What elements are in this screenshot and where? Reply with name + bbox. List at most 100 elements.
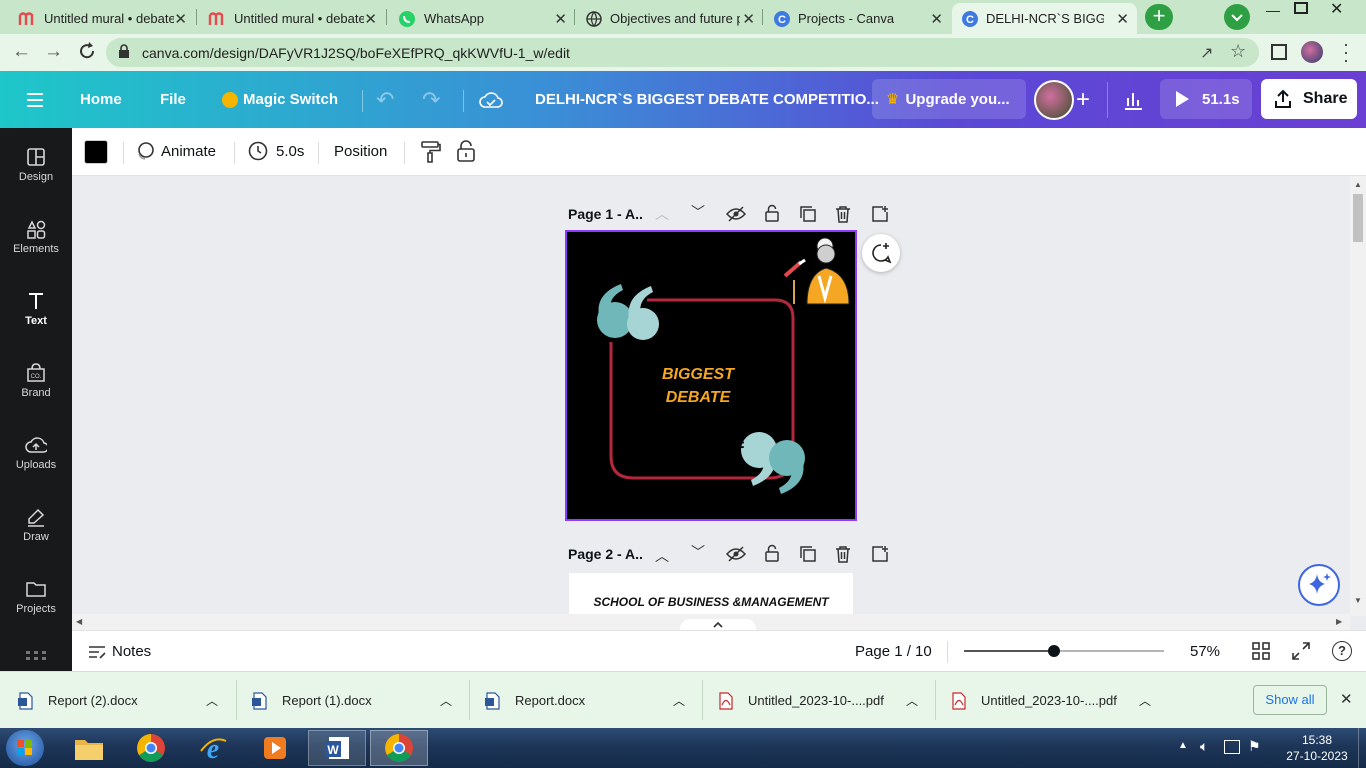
vertical-scrollbar[interactable]: ▲ ▼ — [1350, 176, 1366, 616]
url-field[interactable]: canva.com/design/DAFyVR1J2SQ/boFeXEfPRQ_… — [106, 38, 1259, 67]
share-page-icon[interactable]: ↗ — [1200, 43, 1213, 63]
lock-page-icon[interactable] — [764, 204, 780, 222]
add-comment-button[interactable] — [862, 234, 900, 272]
chevron-up-icon[interactable]: ︿ — [1139, 692, 1151, 709]
sidebar-item-design[interactable]: Design — [0, 128, 72, 200]
chevron-down-icon[interactable]: ﹀ — [691, 202, 705, 222]
hide-page-icon[interactable] — [726, 546, 746, 562]
minimize-window-button[interactable]: — — [1266, 2, 1280, 18]
redo-icon[interactable]: ↷ — [422, 71, 440, 128]
close-window-button[interactable]: ✕ — [1330, 0, 1343, 19]
download-item-3[interactable]: Report.docx ︿ — [485, 672, 701, 729]
profile-avatar[interactable] — [1301, 41, 1323, 63]
duplicate-page-icon[interactable] — [799, 545, 817, 563]
duration-button[interactable]: 5.0s — [248, 141, 304, 161]
editor-canvas[interactable]: Page 1 - A.. ︿ ﹀ DELHI-NCR`S BIGGEST DEB… — [72, 176, 1366, 630]
help-icon[interactable]: ? — [1332, 641, 1352, 661]
hamburger-menu-icon[interactable] — [24, 71, 46, 128]
reload-icon[interactable] — [76, 40, 98, 62]
expand-pages-button[interactable] — [680, 619, 756, 630]
sidebar-item-elements[interactable]: Elements — [0, 200, 72, 272]
sidebar-item-projects[interactable]: Projects — [0, 560, 72, 632]
sidebar-item-brand[interactable]: CO. Brand — [0, 344, 72, 416]
hide-page-icon[interactable] — [726, 206, 746, 222]
paint-roller-icon[interactable] — [420, 140, 442, 164]
home-button[interactable]: Home — [80, 71, 122, 128]
show-desktop-button[interactable] — [1358, 728, 1366, 768]
restore-window-button[interactable] — [1294, 2, 1308, 14]
show-all-downloads-button[interactable]: Show all — [1253, 685, 1327, 715]
magic-assistant-button[interactable] — [1298, 564, 1340, 606]
browser-tab-3[interactable]: WhatsApp ✕ — [388, 3, 575, 34]
close-downloads-icon[interactable]: ✕ — [1340, 690, 1353, 708]
taskbar-chrome[interactable] — [122, 730, 180, 766]
page-1-label[interactable]: Page 1 - A.. — [568, 206, 643, 222]
taskbar-internet-explorer[interactable]: e — [184, 730, 242, 766]
lock-icon[interactable] — [456, 139, 476, 163]
chevron-up-icon[interactable]: ︿ — [206, 692, 218, 709]
zoom-slider[interactable] — [964, 645, 1164, 657]
close-tab-icon[interactable]: ✕ — [1116, 10, 1129, 28]
apps-grid-icon[interactable] — [25, 650, 47, 660]
taskbar-explorer[interactable] — [60, 730, 118, 766]
fullscreen-icon[interactable] — [1292, 642, 1310, 660]
delete-page-icon[interactable] — [835, 545, 851, 563]
forward-arrow-icon[interactable]: → — [44, 41, 63, 63]
sidebar-item-draw[interactable]: Draw — [0, 488, 72, 560]
page-1-design[interactable]: DELHI-NCR`S BIGGEST DEBATE COMPETITION I… — [565, 230, 857, 521]
sidebar-item-uploads[interactable]: Uploads — [0, 416, 72, 488]
scrollbar-thumb[interactable] — [1353, 194, 1363, 242]
color-swatch[interactable] — [84, 140, 108, 164]
browser-menu-icon[interactable]: · · · — [1343, 35, 1349, 69]
add-page-icon[interactable] — [871, 205, 889, 223]
chevron-down-icon[interactable]: ﹀ — [691, 542, 705, 562]
browser-tab-1[interactable]: Untitled mural • debate ✕ — [8, 3, 195, 34]
add-collaborator-icon[interactable]: + — [1076, 71, 1090, 128]
present-button[interactable]: 51.1s — [1160, 79, 1252, 119]
user-avatar[interactable] — [1034, 80, 1074, 120]
taskbar-chrome-active[interactable] — [370, 730, 428, 766]
undo-icon[interactable]: ↶ — [376, 71, 394, 128]
chevron-up-icon[interactable]: ︿ — [906, 692, 918, 709]
chevron-up-icon[interactable]: ︿ — [673, 692, 685, 709]
back-arrow-icon[interactable]: ← — [12, 41, 31, 63]
sidebar-item-text[interactable]: Text — [0, 272, 72, 344]
magic-switch-button[interactable]: Magic Switch — [222, 71, 338, 128]
close-tab-icon[interactable]: ✕ — [742, 10, 755, 28]
tab-search-button[interactable] — [1224, 4, 1250, 30]
chevron-up-icon[interactable]: ︿ — [440, 692, 452, 709]
browser-tab-5[interactable]: C Projects - Canva ✕ — [764, 3, 951, 34]
clock[interactable]: 15:38 27-10-2023 — [1276, 732, 1358, 764]
chevron-up-icon[interactable]: ︿ — [655, 546, 669, 566]
close-tab-icon[interactable]: ✕ — [364, 10, 377, 28]
cloud-saved-icon[interactable] — [479, 71, 503, 128]
bookmark-star-icon[interactable]: ☆ — [1230, 41, 1246, 62]
new-tab-button[interactable]: + — [1145, 4, 1173, 30]
delete-page-icon[interactable] — [835, 205, 851, 223]
close-tab-icon[interactable]: ✕ — [930, 10, 943, 28]
upgrade-button[interactable]: ♛ Upgrade you... — [872, 79, 1026, 119]
download-item-5[interactable]: Untitled_2023-10-....pdf ︿ — [951, 672, 1167, 729]
file-menu-button[interactable]: File — [160, 71, 186, 128]
zoom-level[interactable]: 57% — [1190, 643, 1220, 660]
tray-overflow-icon[interactable]: ▲ — [1178, 740, 1188, 751]
position-button[interactable]: Position — [334, 143, 387, 160]
volume-icon[interactable]: 🔈︎ — [1200, 738, 1208, 755]
browser-tab-4[interactable]: Objectives and future p ✕ — [576, 3, 763, 34]
page-indicator[interactable]: Page 1 / 10 — [855, 643, 932, 660]
lock-page-icon[interactable] — [764, 544, 780, 562]
taskbar-word[interactable]: W — [308, 730, 366, 766]
download-item-4[interactable]: Untitled_2023-10-....pdf ︿ — [718, 672, 934, 729]
grid-view-icon[interactable] — [1252, 642, 1270, 660]
close-tab-icon[interactable]: ✕ — [174, 10, 187, 28]
close-tab-icon[interactable]: ✕ — [554, 10, 567, 28]
taskbar-media-player[interactable] — [246, 730, 304, 766]
duplicate-page-icon[interactable] — [799, 205, 817, 223]
page-2-label[interactable]: Page 2 - A.. — [568, 546, 643, 562]
notes-button[interactable]: Notes — [88, 643, 151, 660]
chevron-up-icon[interactable]: ︿ — [655, 204, 669, 224]
download-item-2[interactable]: Report (1).docx ︿ — [252, 672, 468, 729]
share-button[interactable]: Share — [1261, 79, 1357, 119]
animate-button[interactable]: Animate — [135, 141, 216, 161]
download-item-1[interactable]: Report (2).docx ︿ — [18, 672, 234, 729]
